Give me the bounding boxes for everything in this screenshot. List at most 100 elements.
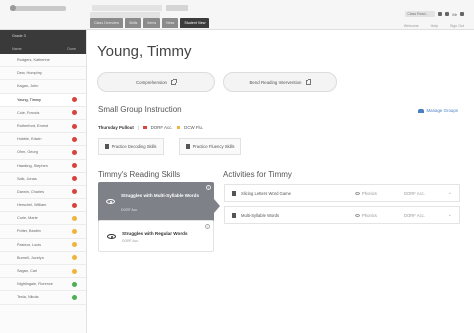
student-name: Dew, Humphry bbox=[17, 71, 42, 76]
sidebar-student-item[interactable]: Rutherford, Ernest bbox=[0, 120, 86, 134]
user-area: Class Read... Mr bbox=[405, 11, 464, 17]
eye-icon bbox=[107, 234, 116, 239]
filter-field[interactable] bbox=[166, 5, 188, 11]
chevron-down-icon[interactable]: ⌄ bbox=[448, 190, 452, 196]
sidebar-student-item[interactable]: Cole, Francis bbox=[0, 107, 86, 120]
view-tabs: Class Overview Skills Items Ness Student… bbox=[90, 18, 210, 28]
col-name-header[interactable]: Name bbox=[12, 47, 22, 51]
tab-class-overview[interactable]: Class Overview bbox=[90, 18, 123, 28]
manage-groups-link[interactable]: Manage Groups bbox=[417, 108, 459, 113]
student-name: Tesla, Nikola bbox=[17, 295, 39, 300]
info-icon[interactable]: i bbox=[206, 185, 211, 190]
comprehension-label: Comprehension bbox=[136, 79, 167, 85]
status-dot-icon bbox=[72, 189, 77, 195]
tab-ness[interactable]: Ness bbox=[162, 18, 179, 28]
activity-row[interactable]: Slicing Letters Word Game Phonics DORF A… bbox=[224, 184, 460, 202]
sidebar-student-item[interactable]: Young, Timmy bbox=[0, 93, 86, 107]
sidebar-student-item[interactable]: Rodgers, Katherine bbox=[0, 54, 86, 68]
user-name[interactable]: Mr bbox=[452, 12, 457, 17]
activity-name: Multi-Syllable Words bbox=[241, 213, 280, 218]
sidebar-header: Grade 3 Name Done bbox=[0, 30, 86, 54]
welcome-link[interactable]: Welcome bbox=[404, 24, 419, 28]
status-dot-icon bbox=[72, 176, 77, 182]
eye-icon bbox=[355, 192, 360, 195]
activity-type: Phonics bbox=[355, 213, 377, 218]
sidebar-student-item[interactable]: Dew, Humphry bbox=[0, 67, 86, 81]
mail-icon[interactable] bbox=[445, 12, 450, 16]
skill-card-title: Struggles with Regular Words bbox=[122, 231, 188, 236]
sidebar-student-item[interactable]: Darwin, Charles bbox=[0, 186, 86, 200]
selection-arrow bbox=[214, 199, 220, 213]
tab-items[interactable]: Items bbox=[143, 18, 161, 28]
group-info: Thursday Pullout | DORF Acc. DCW Flu. bbox=[98, 125, 203, 130]
student-name: Potter, Beatrix bbox=[17, 229, 41, 234]
skill-card[interactable]: Struggles with Regular Words DORF Acc. i bbox=[98, 220, 214, 252]
student-name: Hubble, Edwin bbox=[17, 137, 42, 142]
student-name: Darwin, Charles bbox=[17, 189, 45, 194]
user-links: Welcome Help Sign Out bbox=[404, 24, 464, 28]
student-name: Kagan, John bbox=[17, 84, 39, 89]
skill-card-subtitle: DORF Acc. bbox=[122, 239, 139, 243]
settings-icon[interactable] bbox=[460, 12, 464, 16]
manage-groups-label: Manage Groups bbox=[426, 108, 459, 113]
sign-out-link[interactable]: Sign Out bbox=[450, 24, 464, 28]
sidebar-student-item[interactable]: Salk, Jonas bbox=[0, 173, 86, 186]
info-icon[interactable]: i bbox=[205, 224, 210, 229]
sidebar-student-item[interactable]: Ohm, Georg bbox=[0, 146, 86, 160]
class-select[interactable]: Class Read... bbox=[405, 11, 436, 17]
document-icon bbox=[105, 144, 109, 149]
sidebar-student-item[interactable]: Pasteur, Louis bbox=[0, 239, 86, 252]
activity-row[interactable]: Multi-Syllable Words Phonics DORF Acc. ⌄ bbox=[224, 206, 460, 224]
eye-icon bbox=[355, 214, 360, 217]
eye-icon bbox=[106, 199, 115, 204]
status-dot-icon bbox=[72, 149, 77, 155]
sidebar-student-item[interactable]: Nightingale, Florence bbox=[0, 278, 86, 292]
practice-fluency-button[interactable]: Practice Fluency Skills bbox=[179, 138, 242, 155]
intervention-button[interactable]: Bend Reading Intervention bbox=[223, 72, 337, 92]
app-logo[interactable] bbox=[10, 6, 66, 11]
sidebar-student-item[interactable]: Herschel, William bbox=[0, 199, 86, 213]
tab-student-view[interactable]: Student View bbox=[180, 18, 210, 28]
help-link[interactable]: Help bbox=[431, 24, 438, 28]
logo-mark-icon bbox=[10, 5, 16, 11]
sidebar-title: Grade 3 bbox=[12, 34, 26, 38]
status-dot-icon bbox=[72, 294, 77, 300]
student-name: Burnell, Jocelyn bbox=[17, 255, 44, 260]
skill-card-subtitle: DORF Acc. bbox=[121, 208, 138, 212]
yellow-square-icon bbox=[176, 125, 181, 130]
activity-group: DORF Acc. bbox=[404, 213, 425, 218]
group-tag-2: DCW Flu. bbox=[184, 125, 204, 130]
sidebar-student-item[interactable]: Burnell, Jocelyn bbox=[0, 252, 86, 265]
status-dot-icon bbox=[72, 163, 77, 169]
practice-decoding-button[interactable]: Practice Decoding Skills bbox=[98, 138, 164, 155]
breadcrumb-field bbox=[92, 5, 162, 11]
people-icon bbox=[417, 108, 424, 113]
comprehension-button[interactable]: Comprehension bbox=[97, 72, 215, 92]
group-tag-1: DORF Acc. bbox=[150, 125, 173, 130]
sidebar-student-item[interactable]: Curie, Marie bbox=[0, 212, 86, 226]
group-day: Thursday Pullout bbox=[98, 125, 134, 130]
student-list: Rodgers, Katherine Dew, Humphry Kagan, Joh… bbox=[0, 54, 86, 305]
student-name: Pasteur, Louis bbox=[17, 242, 42, 247]
sidebar-student-item[interactable]: Tesla, Nikola bbox=[0, 291, 86, 305]
status-dot-icon bbox=[72, 110, 77, 116]
activities-title: Activities for Timmy bbox=[223, 170, 292, 179]
tab-skills[interactable]: Skills bbox=[124, 18, 142, 28]
sidebar-student-item[interactable]: Hubble, Edwin bbox=[0, 133, 86, 147]
reading-skills-title: Timmy's Reading Skills bbox=[98, 170, 181, 179]
skill-card-title: Struggles with Multi-Syllable Words bbox=[121, 193, 200, 198]
col-status-header[interactable]: Done bbox=[67, 47, 76, 51]
sidebar-student-item[interactable]: Kagan, John bbox=[0, 80, 86, 94]
student-name: Sagan, Carl bbox=[17, 269, 38, 273]
sidebar-student-item[interactable]: Potter, Beatrix bbox=[0, 225, 86, 239]
status-dot-icon bbox=[72, 97, 77, 103]
grid-icon[interactable] bbox=[438, 12, 443, 16]
status-dot-icon bbox=[72, 268, 77, 274]
status-dot-icon bbox=[72, 281, 77, 287]
sidebar-student-item[interactable]: Hawking, Stephen bbox=[0, 160, 86, 173]
top-bar: Class Overview Skills Items Ness Student… bbox=[0, 0, 474, 30]
sidebar-student-item[interactable]: Sagan, Carl bbox=[0, 265, 86, 279]
chevron-down-icon[interactable]: ⌄ bbox=[448, 212, 452, 218]
activity-name: Slicing Letters Word Game bbox=[241, 191, 291, 196]
external-link-icon bbox=[171, 78, 177, 85]
